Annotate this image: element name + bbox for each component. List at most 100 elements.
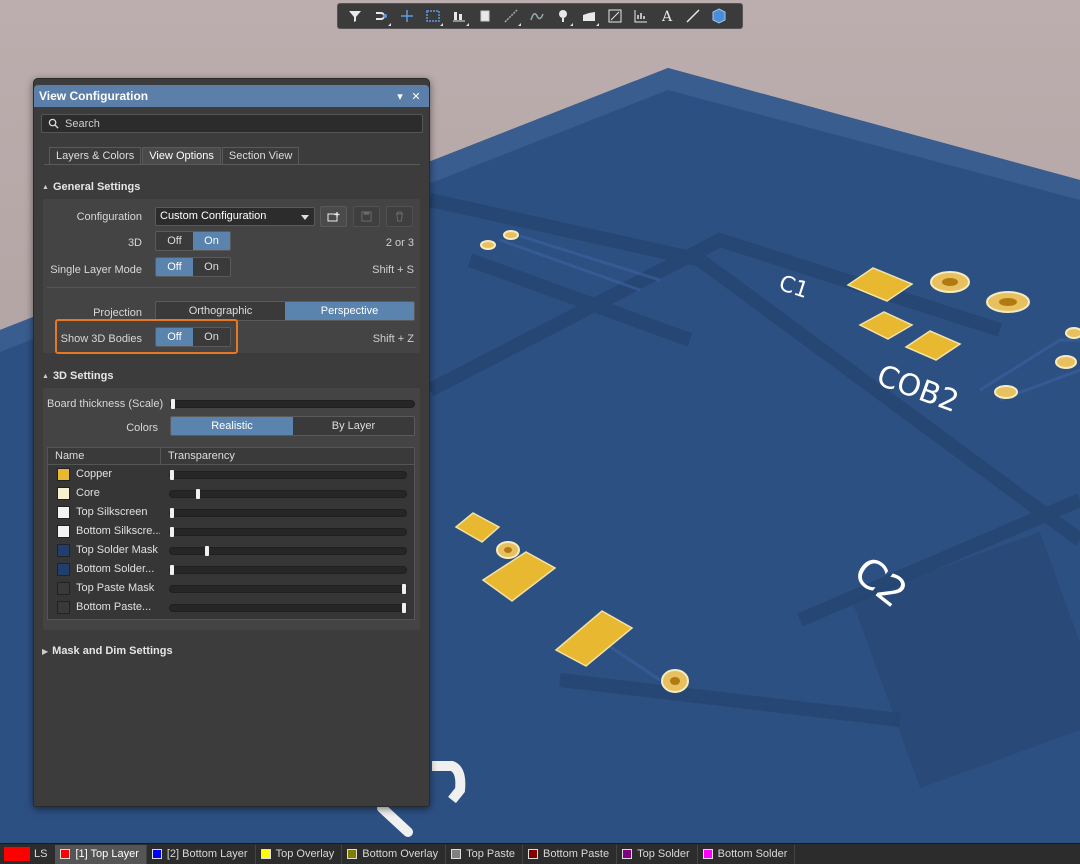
3d-body-icon[interactable] (708, 5, 730, 27)
projection-perspective-option[interactable]: Perspective (285, 302, 414, 320)
search-field[interactable]: Search (41, 114, 423, 133)
tab-layers-colors[interactable]: Layers & Colors (49, 147, 142, 164)
layer-row[interactable]: Core (48, 484, 414, 503)
add-configuration-button[interactable] (320, 206, 347, 227)
layer-set-color-swatch[interactable] (4, 847, 30, 861)
3d-settings-header[interactable]: ▲ 3D Settings (42, 370, 113, 382)
transparency-slider[interactable] (169, 546, 407, 556)
slider-thumb[interactable] (402, 603, 406, 613)
slider-thumb[interactable] (170, 527, 174, 537)
component-icon[interactable] (474, 5, 496, 27)
transparency-slider[interactable] (169, 470, 407, 480)
layer-transparency-table: Name Transparency Copper Core Top Silkscre… (47, 447, 415, 620)
layer-color-swatch[interactable] (57, 468, 70, 481)
tab-divider (44, 164, 420, 165)
layer-color-swatch[interactable] (57, 601, 70, 614)
projection-selector[interactable]: Orthographic Perspective (155, 301, 415, 321)
single-layer-mode-label: Single Layer Mode (50, 264, 142, 276)
transparency-slider[interactable] (169, 527, 407, 537)
transparency-slider[interactable] (169, 489, 407, 499)
projection-orthographic-option[interactable]: Orthographic (156, 302, 285, 320)
chart-icon[interactable] (630, 5, 652, 27)
layer-row[interactable]: Bottom Solder... (48, 560, 414, 579)
layer-tab[interactable]: Bottom Paste (523, 844, 618, 864)
pad-icon[interactable] (552, 5, 574, 27)
arc-icon[interactable] (526, 5, 548, 27)
layer-color-swatch[interactable] (57, 582, 70, 595)
align-icon[interactable] (448, 5, 470, 27)
layer-tab[interactable]: Top Solder (617, 844, 698, 864)
layer-tab[interactable]: Bottom Overlay (342, 844, 447, 864)
layer-row[interactable]: Bottom Paste... (48, 598, 414, 617)
single-layer-on-option[interactable]: On (193, 258, 230, 276)
layer-tab-label: Bottom Overlay (362, 848, 439, 860)
transparency-slider[interactable] (169, 603, 407, 613)
layer-name: Top Paste Mask (76, 582, 155, 594)
route-icon[interactable] (370, 5, 392, 27)
layer-color-swatch (622, 849, 633, 859)
board-thickness-slider[interactable] (170, 399, 415, 409)
text-icon[interactable]: A (656, 5, 678, 27)
layer-row[interactable]: Top Silkscreen (48, 503, 414, 522)
layer-color-swatch[interactable] (57, 487, 70, 500)
layer-tab[interactable]: Bottom Solder (698, 844, 796, 864)
layer-row[interactable]: Top Solder Mask (48, 541, 414, 560)
transparency-slider[interactable] (169, 584, 407, 594)
panel-titlebar[interactable]: View Configuration ▾ ✕ (34, 85, 429, 107)
layer-tab[interactable]: [2] Bottom Layer (147, 844, 256, 864)
layer-tab[interactable]: Top Paste (446, 844, 524, 864)
layer-tab-label: Top Overlay (275, 848, 335, 860)
layer-tab-label: Top Paste (466, 848, 516, 860)
filter-icon[interactable] (344, 5, 366, 27)
layer-tab[interactable]: [1] Top Layer (55, 844, 147, 864)
3d-label: 3D (127, 237, 142, 249)
3d-off-option[interactable]: Off (156, 232, 193, 250)
mask-dim-settings-header[interactable]: ▶ Mask and Dim Settings (42, 645, 173, 657)
slider-thumb[interactable] (196, 489, 200, 499)
single-layer-off-option[interactable]: Off (156, 258, 193, 276)
transparency-slider[interactable] (169, 508, 407, 518)
fill-icon[interactable] (578, 5, 600, 27)
layer-row[interactable]: Top Paste Mask (48, 579, 414, 598)
3d-toggle[interactable]: Off On (155, 231, 231, 251)
layer-set-button[interactable]: LS (34, 848, 47, 860)
close-icon[interactable]: ✕ (409, 90, 423, 103)
3d-settings-title: 3D Settings (52, 370, 114, 382)
select-rect-icon[interactable] (422, 5, 444, 27)
layer-color-swatch[interactable] (57, 544, 70, 557)
slider-thumb[interactable] (170, 508, 174, 518)
transparency-slider[interactable] (169, 565, 407, 575)
general-settings-header[interactable]: ▲ General Settings (42, 181, 140, 193)
interactive-route-icon[interactable] (500, 5, 522, 27)
single-layer-mode-toggle[interactable]: Off On (155, 257, 231, 277)
layer-color-swatch[interactable] (57, 506, 70, 519)
colors-realistic-option[interactable]: Realistic (171, 417, 293, 435)
layer-color-swatch[interactable] (57, 563, 70, 576)
colors-by-layer-option[interactable]: By Layer (293, 417, 414, 435)
panel-menu-icon[interactable]: ▾ (393, 90, 407, 103)
layer-row[interactable]: Bottom Silkscre... (48, 522, 414, 541)
slider-thumb[interactable] (205, 546, 209, 556)
layer-tab[interactable]: Top Overlay (256, 844, 343, 864)
tab-section-view[interactable]: Section View (221, 147, 300, 164)
layer-tab-label: [1] Top Layer (75, 848, 139, 860)
colors-selector[interactable]: Realistic By Layer (170, 416, 415, 436)
3d-on-option[interactable]: On (193, 232, 230, 250)
configuration-dropdown[interactable]: Custom Configuration (155, 207, 315, 226)
cross-icon[interactable] (396, 5, 418, 27)
region-icon[interactable] (604, 5, 626, 27)
slider-thumb[interactable] (170, 470, 174, 480)
table-header: Name Transparency (48, 448, 414, 465)
layer-row[interactable]: Copper (48, 465, 414, 484)
delete-configuration-button[interactable] (386, 206, 413, 227)
add-config-icon (327, 211, 339, 221)
slider-thumb[interactable] (170, 565, 174, 575)
single-layer-shortcut: Shift + S (372, 264, 414, 276)
slider-thumb[interactable] (171, 399, 175, 409)
slider-thumb[interactable] (402, 584, 406, 594)
tab-view-options[interactable]: View Options (142, 147, 221, 164)
layer-name: Bottom Silkscre... (76, 525, 160, 537)
line-icon[interactable] (682, 5, 704, 27)
save-configuration-button[interactable] (353, 206, 380, 227)
layer-color-swatch[interactable] (57, 525, 70, 538)
